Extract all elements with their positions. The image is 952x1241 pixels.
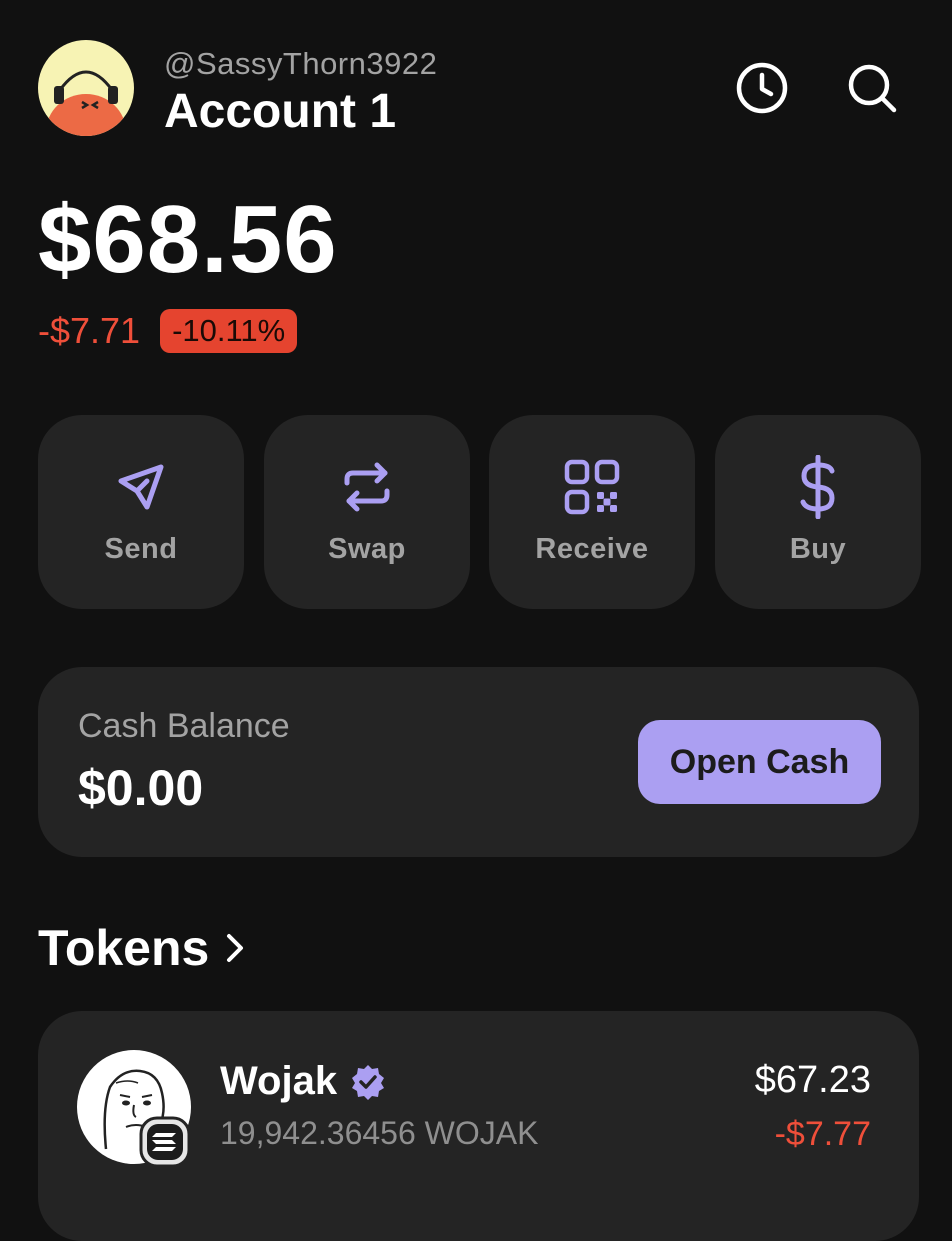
- username: @SassyThorn3922: [164, 46, 438, 81]
- send-icon: [111, 457, 171, 517]
- action-buttons: Send Swap Receive Buy: [38, 415, 921, 609]
- buy-label: Buy: [789, 533, 847, 565]
- qr-code-icon: [562, 457, 622, 517]
- token-change: -$7.77: [774, 1115, 871, 1153]
- token-row-wojak[interactable]: Wojak 19,942.36456 WOJAK $67.23 -$7.77: [38, 1011, 919, 1241]
- open-cash-button[interactable]: Open Cash: [638, 720, 881, 804]
- chevron-right-icon: [223, 930, 247, 966]
- total-balance: $68.56: [38, 186, 338, 293]
- tokens-title: Tokens: [38, 920, 210, 976]
- history-button[interactable]: [734, 62, 790, 118]
- tokens-header[interactable]: Tokens: [38, 918, 247, 978]
- buy-button[interactable]: Buy: [715, 415, 921, 609]
- balance-change: -$7.71 -10.11%: [38, 308, 298, 354]
- account-name: Account 1: [164, 85, 397, 138]
- cash-balance-card: Cash Balance $0.00 Open Cash: [38, 667, 919, 857]
- avatar[interactable]: [38, 40, 134, 136]
- cash-balance-label: Cash Balance: [78, 707, 290, 745]
- account-header: @SassyThorn3922 Account 1: [38, 40, 918, 140]
- account-info[interactable]: @SassyThorn3922 Account 1: [164, 46, 437, 140]
- dollar-icon: [788, 455, 848, 519]
- search-icon: [845, 61, 899, 120]
- send-label: Send: [104, 533, 178, 565]
- search-button[interactable]: [844, 62, 900, 118]
- history-icon: [735, 61, 789, 120]
- change-percent-badge: -10.11%: [160, 309, 298, 353]
- swap-label: Swap: [328, 533, 406, 565]
- change-amount: -$7.71: [38, 310, 141, 351]
- token-name: Wojak: [220, 1059, 338, 1103]
- wojak-token-logo: [76, 1049, 192, 1168]
- token-value: $67.23: [754, 1059, 871, 1101]
- receive-label: Receive: [535, 533, 649, 565]
- send-button[interactable]: Send: [38, 415, 244, 609]
- solana-chain-badge-icon: [138, 1115, 192, 1169]
- token-amount: 19,942.36456 WOJAK: [220, 1115, 539, 1151]
- receive-button[interactable]: Receive: [489, 415, 695, 609]
- swap-icon: [337, 457, 397, 517]
- token-name-row: Wojak: [220, 1059, 387, 1104]
- cash-balance-value: $0.00: [78, 760, 204, 816]
- swap-button[interactable]: Swap: [264, 415, 470, 609]
- verified-badge-icon: [349, 1063, 387, 1101]
